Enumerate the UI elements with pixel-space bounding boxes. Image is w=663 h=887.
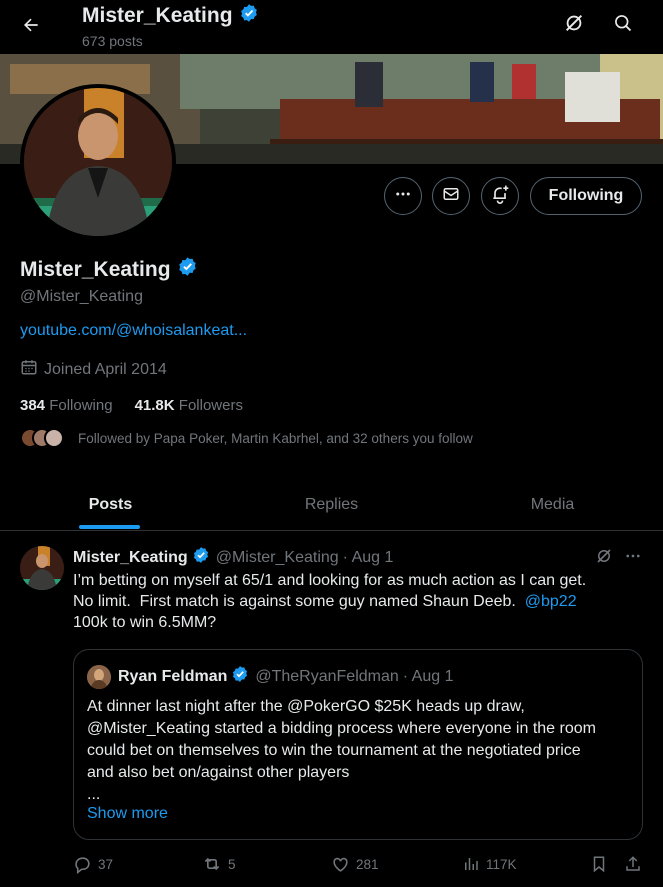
tab-posts[interactable]: Posts [0, 478, 221, 531]
verified-badge-icon [239, 3, 259, 29]
verified-badge-icon [231, 665, 249, 688]
joined-date: Joined April 2014 [20, 358, 167, 381]
following-label: Following [49, 397, 113, 414]
like-count: 281 [356, 856, 379, 872]
follower-avatar [44, 428, 64, 448]
quoted-tweet-time: · Aug 1 [402, 667, 454, 685]
grok-button[interactable] [557, 8, 591, 42]
tab-replies[interactable]: Replies [221, 478, 442, 531]
bookmark-icon [590, 855, 608, 873]
active-tab-indicator [79, 525, 140, 529]
tweet-text-line: I’m betting on myself at 65/1 and lookin… [73, 572, 587, 589]
followers-link[interactable]: 41.8K Followers [135, 397, 243, 414]
grok-icon [563, 12, 585, 39]
mail-icon [442, 185, 460, 208]
profile-avatar[interactable] [20, 84, 176, 240]
tweet-more-button[interactable] [624, 547, 642, 570]
following-link[interactable]: 384 Following [20, 397, 113, 414]
tweet-text: I’m betting on myself at 65/1 and lookin… [73, 570, 633, 633]
reply-icon [73, 855, 92, 874]
tabs-divider [0, 530, 663, 531]
tweet-time[interactable]: · Aug 1 [343, 549, 394, 567]
followers-label: Followers [178, 397, 243, 414]
bell-plus-icon [490, 184, 510, 209]
following-button[interactable]: Following [530, 177, 642, 215]
views-button[interactable]: 117K [462, 852, 517, 876]
notifications-button[interactable] [481, 177, 519, 215]
tweet-text-segment: No limit. First match is against some gu… [73, 593, 525, 610]
quoted-tweet-header: Ryan Feldman @TheRyanFeldman · Aug 1 [118, 665, 453, 688]
tweet-text-line: No limit. First match is against some gu… [73, 591, 633, 612]
quoted-tweet-avatar [87, 665, 111, 689]
views-chart-icon [462, 855, 480, 873]
following-count: 384 [20, 397, 46, 414]
bookmark-button[interactable] [590, 852, 608, 876]
back-arrow-icon [21, 15, 41, 40]
top-bar: Mister_Keating 673 posts [0, 0, 663, 54]
joined-text: Joined April 2014 [44, 360, 167, 378]
heart-icon [331, 855, 350, 874]
quoted-text-line: could bet on themselves to win the tourn… [87, 742, 581, 759]
tweet-author-name[interactable]: Mister_Keating [73, 549, 188, 567]
repost-button[interactable]: 5 [202, 852, 236, 876]
search-button[interactable] [606, 8, 640, 42]
followed-by-text: Followed by Papa Poker, Martin Kabrhel, … [78, 430, 473, 446]
tweet-text-line: 100k to win 6.5MM? [73, 614, 217, 631]
tweet-grok-button[interactable] [595, 547, 613, 570]
quoted-author-handle: @TheRyanFeldman [255, 667, 399, 685]
back-button[interactable] [12, 8, 50, 46]
verified-badge-icon [192, 546, 210, 569]
followed-by-row[interactable]: Followed by Papa Poker, Martin Kabrhel, … [20, 428, 473, 448]
header-title: Mister_Keating [82, 3, 259, 29]
search-icon [613, 13, 633, 38]
profile-website-link[interactable]: youtube.com/@whoisalankeat... [20, 322, 247, 340]
quoted-text-line: At dinner last night after the @PokerGO … [87, 698, 525, 715]
quoted-tweet-text: At dinner last night after the @PokerGO … [87, 696, 632, 806]
verified-badge-icon [177, 256, 198, 283]
calendar-icon [20, 358, 38, 381]
quoted-text-line: @Mister_Keating started a bidding proces… [87, 720, 596, 737]
profile-handle: @Mister_Keating [20, 288, 143, 305]
header-display-name: Mister_Keating [82, 4, 233, 27]
more-button[interactable] [384, 177, 422, 215]
grok-icon [595, 549, 613, 569]
views-count: 117K [486, 856, 517, 872]
quoted-text-line: ... [87, 786, 101, 803]
reply-button[interactable]: 37 [73, 852, 113, 876]
tweet-header: Mister_Keating @Mister_Keating · Aug 1 [73, 546, 393, 569]
repost-count: 5 [228, 856, 236, 872]
more-dots-icon [394, 185, 412, 208]
share-icon [624, 855, 642, 873]
posts-count: 673 posts [82, 33, 143, 49]
quoted-text-line: and also bet on/against other players [87, 764, 350, 781]
tweet-avatar[interactable] [20, 546, 64, 590]
quoted-author-name: Ryan Feldman [118, 667, 228, 685]
repost-icon [202, 854, 222, 874]
profile-display-name: Mister_Keating [20, 257, 171, 281]
tweet-author-handle[interactable]: @Mister_Keating [216, 549, 339, 567]
profile-name: Mister_Keating [20, 256, 198, 283]
follow-counts: 384 Following 41.8K Followers [20, 397, 243, 414]
show-more-link[interactable]: Show more [87, 805, 168, 823]
mention-link[interactable]: @bp22 [525, 593, 577, 610]
share-button[interactable] [624, 852, 642, 876]
more-dots-icon [624, 552, 642, 569]
followers-count: 41.8K [134, 397, 175, 414]
message-button[interactable] [432, 177, 470, 215]
tab-media[interactable]: Media [442, 478, 663, 531]
reply-count: 37 [98, 856, 114, 872]
like-button[interactable]: 281 [331, 852, 379, 876]
